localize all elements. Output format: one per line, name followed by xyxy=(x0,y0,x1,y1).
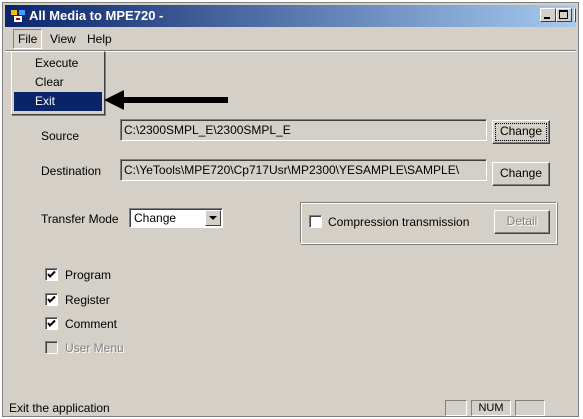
menu-view[interactable]: View xyxy=(46,29,80,49)
destination-label: Destination xyxy=(41,164,102,178)
menu-item-exit[interactable]: Exit xyxy=(14,92,102,111)
user-menu-checkbox[interactable] xyxy=(45,341,58,354)
close-button[interactable] xyxy=(574,8,576,22)
menu-item-clear[interactable]: Clear xyxy=(14,73,102,92)
comment-checkbox[interactable] xyxy=(45,317,58,330)
minimize-button[interactable] xyxy=(540,8,556,22)
program-checkbox[interactable] xyxy=(45,268,58,281)
destination-field[interactable]: C:\YeTools\MPE720\Cp717Usr\MP2300\YESAMP… xyxy=(120,159,487,181)
comment-label: Comment xyxy=(65,317,118,331)
transfer-mode-label: Transfer Mode xyxy=(41,212,119,226)
minimize-icon xyxy=(544,17,550,19)
check-icon xyxy=(47,270,56,278)
program-label: Program xyxy=(65,268,112,282)
compression-group: Compression transmission Detail xyxy=(300,202,557,244)
status-bar: Exit the application NUM xyxy=(5,399,576,417)
status-text: Exit the application xyxy=(9,401,110,415)
status-panel-num: NUM xyxy=(471,400,511,416)
compression-label: Compression transmission xyxy=(328,215,470,229)
maximize-button[interactable] xyxy=(556,8,572,22)
compression-checkbox[interactable] xyxy=(309,215,322,228)
check-icon xyxy=(47,295,56,303)
dropdown-arrow-icon[interactable] xyxy=(205,210,221,226)
register-label: Register xyxy=(65,293,110,307)
user-menu-label: User Menu xyxy=(65,341,124,355)
window-title: All Media to MPE720 - xyxy=(29,8,164,23)
check-icon xyxy=(47,319,56,327)
status-panel-scroll xyxy=(515,400,545,416)
detail-button[interactable]: Detail xyxy=(494,210,550,234)
status-panel-caps xyxy=(445,400,467,416)
file-menu-dropdown: Execute Clear Exit xyxy=(11,51,105,115)
maximize-icon xyxy=(559,10,568,19)
source-field[interactable]: C:\2300SMPL_E\2300SMPL_E xyxy=(120,119,487,141)
title-bar[interactable]: All Media to MPE720 - xyxy=(5,5,576,27)
source-change-button[interactable]: Change xyxy=(492,120,550,144)
transfer-mode-value: Change xyxy=(134,211,177,225)
app-icon xyxy=(11,10,25,22)
menu-bar: File View Help xyxy=(5,29,576,49)
source-label: Source xyxy=(41,129,80,143)
arrow-icon xyxy=(104,90,228,110)
transfer-mode-select[interactable]: Change xyxy=(129,208,223,228)
menu-help[interactable]: Help xyxy=(83,29,116,49)
menu-file[interactable]: File xyxy=(13,29,43,49)
destination-change-button[interactable]: Change xyxy=(492,162,550,186)
register-checkbox[interactable] xyxy=(45,293,58,306)
menu-item-execute[interactable]: Execute xyxy=(14,54,102,73)
